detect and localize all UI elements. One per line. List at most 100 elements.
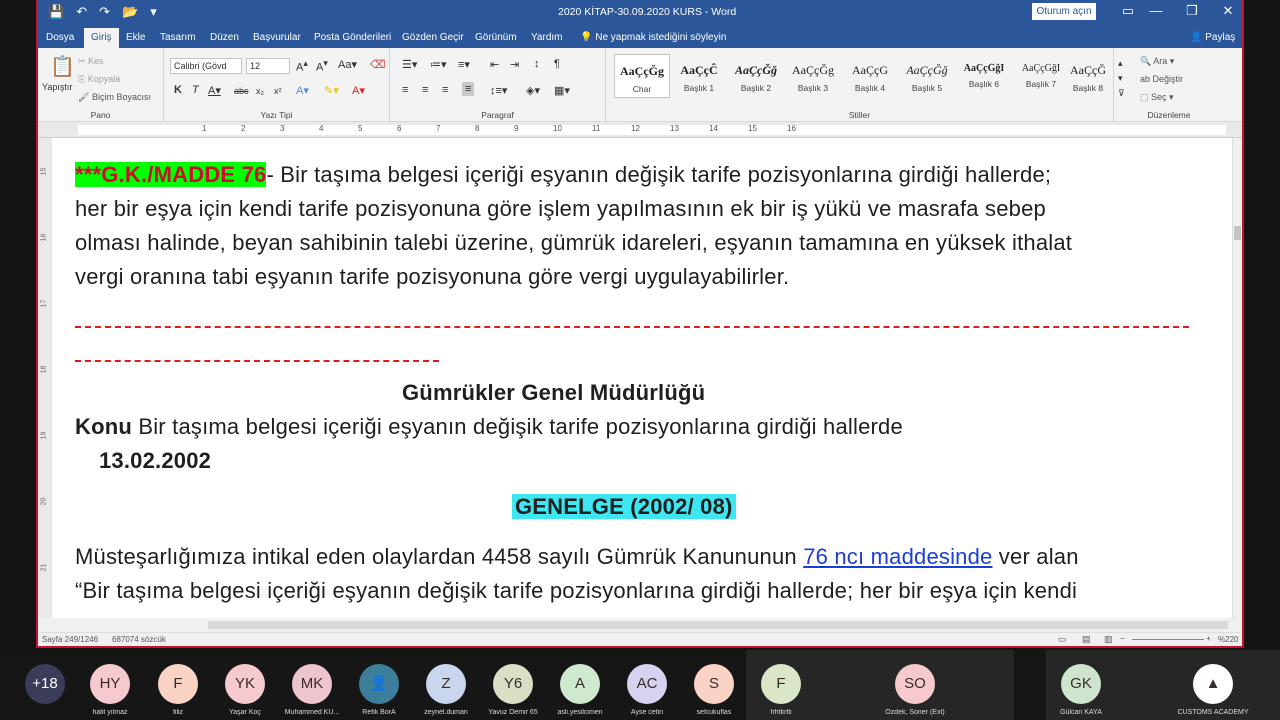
paragraph-group-label: Paragraf — [481, 110, 514, 120]
subscript-icon[interactable]: x₂ — [256, 86, 264, 96]
strikethrough-icon[interactable]: abc — [234, 86, 249, 96]
font-color-icon[interactable]: A▾ — [352, 84, 365, 97]
style-heading-3[interactable]: AaÇçĞg Başlık 3 — [785, 54, 841, 98]
align-left-icon[interactable]: ≡ — [402, 84, 408, 96]
share-button[interactable]: 👤 Paylaş — [1190, 32, 1235, 43]
clear-format-icon[interactable]: ⌫ — [370, 58, 386, 71]
tab-layout[interactable]: Düzen — [210, 32, 239, 43]
clipboard-group: 📋 Yapıştır ✂ Kes ⎘ Kopyala 🖌 Biçim Boyac… — [38, 48, 164, 122]
grow-font-icon[interactable]: A▴ — [296, 58, 308, 74]
italic-icon[interactable]: T — [192, 84, 199, 96]
find-button[interactable]: 🔍 Ara ▾ — [1140, 56, 1174, 67]
open-folder-icon[interactable]: 📂 — [122, 4, 138, 20]
font-name-combo[interactable]: Calibri (Gövd — [170, 58, 242, 74]
participant[interactable]: GK Gülcan KAYA — [1046, 650, 1116, 720]
save-icon[interactable]: 💾 — [48, 4, 64, 20]
madde-link[interactable]: 76 ncı maddesinde — [803, 544, 992, 569]
tab-references[interactable]: Başvurular — [253, 32, 301, 43]
vertical-ruler[interactable]: 15 16 17 18 19 20 21 — [38, 138, 52, 618]
align-right-icon[interactable]: ≡ — [442, 84, 448, 96]
document-page[interactable]: ***G.K./MADDE 76- Bir taşıma belgesi içe… — [52, 138, 1232, 618]
zoom-out-icon[interactable]: − — [1120, 634, 1125, 643]
bullets-icon[interactable]: ☰▾ — [402, 58, 417, 71]
scroll-thumb[interactable] — [1234, 226, 1241, 240]
tab-view[interactable]: Görünüm — [475, 32, 517, 43]
copy-label: Kopyala — [87, 74, 121, 84]
paste-button[interactable]: Yapıştır — [42, 82, 72, 92]
zoom-in-icon[interactable]: + — [1206, 634, 1211, 643]
style-heading-2[interactable]: AaÇçĞğ Başlık 2 — [728, 54, 784, 98]
font-size-combo[interactable]: 12 — [246, 58, 290, 74]
style-heading-8[interactable]: AaÇçĞg Başlık 8 — [1070, 54, 1106, 98]
decrease-indent-icon[interactable]: ⇤ — [490, 58, 499, 71]
borders-icon[interactable]: ▦▾ — [554, 84, 570, 97]
close-button[interactable]: ✕ — [1218, 3, 1238, 19]
participant[interactable]: SO Ozdek, Soner (Ext) — [880, 650, 950, 720]
tab-home[interactable]: Giriş — [84, 28, 119, 48]
style-heading-5[interactable]: AaÇçĞğ Başlık 5 — [899, 54, 955, 98]
tell-me-box[interactable]: 💡 Ne yapmak istediğini söyleyin — [580, 32, 726, 43]
change-case-icon[interactable]: Aa▾ — [338, 58, 357, 71]
ruler-mark: 9 — [514, 124, 519, 133]
select-button[interactable]: ⬚ Seç ▾ — [1140, 92, 1174, 103]
copy-button[interactable]: ⎘ Kopyala — [78, 74, 120, 85]
highlight-icon[interactable]: ✎▾ — [324, 84, 339, 97]
style-char[interactable]: AaÇçĞg Char — [614, 54, 670, 98]
restore-button[interactable]: ❐ — [1182, 3, 1202, 19]
quick-access-toolbar: 💾 ↶ ↷ 📂 ▾ — [48, 4, 157, 20]
horizontal-ruler[interactable]: 1 2 3 4 5 6 7 8 9 10 11 12 13 14 15 16 — [38, 122, 1242, 138]
print-layout-icon[interactable]: ▤ — [1082, 634, 1091, 645]
horizontal-scrollbar[interactable] — [38, 618, 1242, 632]
justify-icon[interactable]: ≡ — [462, 82, 475, 96]
paste-icon[interactable]: 📋 — [50, 54, 75, 79]
participant[interactable]: ▲ CUSTOMS ACADEMY — [1177, 650, 1249, 720]
tab-insert[interactable]: Ekle — [126, 32, 145, 43]
show-marks-icon[interactable]: ¶ — [554, 58, 560, 70]
shrink-font-icon[interactable]: A▾ — [316, 58, 328, 74]
style-preview: AaÇçĞğI — [1021, 63, 1061, 74]
read-mode-icon[interactable]: ▭ — [1058, 634, 1067, 645]
format-painter-button[interactable]: 🖌 Biçim Boyacısı — [78, 92, 151, 103]
hscroll-thumb[interactable] — [208, 621, 1228, 629]
tab-review[interactable]: Gözden Geçir — [402, 32, 464, 43]
cut-button[interactable]: ✂ Kes — [78, 56, 104, 67]
style-heading-7[interactable]: AaÇçĞğI Başlık 7 — [1013, 54, 1069, 98]
replace-button[interactable]: ab Değiştir — [1140, 74, 1183, 84]
minimize-button[interactable]: — — [1146, 3, 1166, 18]
tab-design[interactable]: Tasarım — [160, 32, 196, 43]
increase-indent-icon[interactable]: ⇥ — [510, 58, 519, 71]
vertical-scrollbar[interactable] — [1232, 138, 1242, 618]
word-count[interactable]: 687074 sözcük — [112, 635, 166, 644]
align-center-icon[interactable]: ≡ — [422, 84, 428, 96]
web-layout-icon[interactable]: ▥ — [1104, 634, 1113, 645]
signin-button[interactable]: Oturum açın — [1032, 3, 1096, 20]
tab-help[interactable]: Yardım — [531, 32, 563, 43]
page-count[interactable]: Sayfa 249/1246 — [42, 635, 98, 644]
participant[interactable]: Ffrhtkrtli — [746, 650, 816, 720]
zoom-level[interactable]: %220 — [1218, 635, 1238, 644]
style-preview: AaÇçĞğ — [735, 63, 777, 77]
style-heading-6[interactable]: AaÇçĞğI Başlık 6 — [956, 54, 1012, 98]
underline-icon[interactable]: A▾ — [208, 84, 221, 97]
ruler-mark: 13 — [670, 124, 679, 133]
tab-file[interactable]: Dosya — [46, 32, 74, 43]
multilevel-list-icon[interactable]: ≡▾ — [458, 58, 470, 71]
ruler-mark: 10 — [553, 124, 562, 133]
style-heading-1[interactable]: AaÇçĈ Başlık 1 — [671, 54, 727, 98]
ruler-mark: 2 — [241, 124, 246, 133]
undo-icon[interactable]: ↶ — [76, 4, 87, 20]
text-effects-icon[interactable]: A▾ — [296, 84, 309, 97]
tab-mailings[interactable]: Posta Gönderileri — [314, 32, 391, 43]
superscript-icon[interactable]: x² — [274, 86, 282, 96]
line-spacing-icon[interactable]: ↕≡▾ — [490, 84, 507, 97]
customize-qat-icon[interactable]: ▾ — [150, 4, 157, 20]
numbering-icon[interactable]: ≔▾ — [430, 58, 447, 71]
sort-icon[interactable]: ↕ — [534, 58, 540, 70]
shading-icon[interactable]: ◈▾ — [526, 84, 540, 97]
bold-icon[interactable]: K — [174, 84, 182, 96]
zoom-slider[interactable] — [1132, 639, 1204, 640]
ribbon-display-icon[interactable]: ▭ — [1118, 3, 1138, 19]
styles-scroll-icon[interactable]: ▴ ▾ ⊽ — [1118, 56, 1125, 101]
redo-icon[interactable]: ↷ — [99, 4, 110, 20]
style-heading-4[interactable]: AaÇçG Başlık 4 — [842, 54, 898, 98]
